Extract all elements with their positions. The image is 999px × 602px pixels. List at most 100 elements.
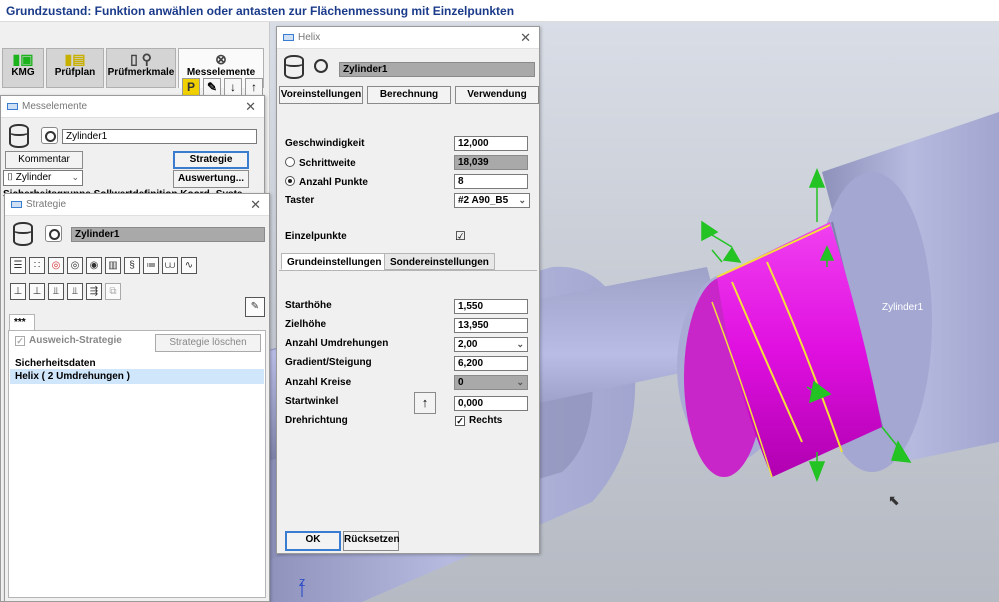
table-strategy-icon[interactable]: ☰ <box>10 257 26 274</box>
tab-voreinstellungen[interactable]: Voreinstellungen <box>279 86 363 104</box>
tab-grundeinstellungen[interactable]: Grundeinstellungen <box>281 253 388 270</box>
double-circle-icon[interactable]: ◎ <box>67 257 83 274</box>
close-icon[interactable]: ✕ <box>245 99 256 115</box>
helix-window: Helix ✕ Zylinder1 Voreinstellungen Berec… <box>276 26 540 554</box>
geschwindigkeit-label: Geschwindigkeit <box>285 138 365 149</box>
cube-icon: ⧉ <box>105 283 121 300</box>
arrow-down-icon[interactable]: ↓ <box>224 78 242 96</box>
list-icon[interactable]: ≔ <box>143 257 159 274</box>
cylinder-label: Zylinder1 <box>882 302 924 313</box>
close-icon[interactable]: ✕ <box>250 197 261 213</box>
rechts-checkbox[interactable]: ✓ Rechts <box>455 415 502 426</box>
drehrichtung-label: Drehrichtung <box>285 415 348 426</box>
window-title-bar: Helix ✕ <box>277 27 539 49</box>
strategie-button[interactable]: Strategie <box>173 151 249 169</box>
schrittweite-radio[interactable]: Schrittweite <box>285 157 356 169</box>
geschwindigkeit-field[interactable]: 12,000 <box>454 136 528 151</box>
umdrehungen-label: Anzahl Umdrehungen <box>285 338 389 349</box>
mouse-cursor-icon: ⬉ <box>888 492 900 508</box>
ruecksetzen-button[interactable]: Rücksetzen <box>343 531 400 551</box>
startwinkel-label: Startwinkel <box>285 396 339 407</box>
cmm-icon: ▮▣ <box>12 51 34 67</box>
ok-button[interactable]: OK <box>285 531 341 551</box>
radio-icon <box>285 157 295 167</box>
cylinder-icon <box>9 124 29 148</box>
chevron-down-icon: ⌄ <box>516 339 524 349</box>
element-type-select[interactable]: ⌷ Zylinder ⌄ <box>3 170 83 186</box>
p-icon[interactable]: P <box>182 78 200 96</box>
tab-divider <box>279 270 537 271</box>
cylinder-lines-icon[interactable]: ▥ <box>105 257 121 274</box>
taster-label: Taster <box>285 195 315 206</box>
cylinder-icon <box>13 222 33 246</box>
window-title-bar: Strategie ✕ <box>5 194 269 216</box>
chevron-down-icon: ⌄ <box>71 172 79 182</box>
radio-selected-icon <box>285 176 295 186</box>
strategy-tab-content: ✓ Ausweich-Strategie Strategie löschen Si… <box>8 330 266 598</box>
tab-pruefplan[interactable]: ▮▤ Prüfplan <box>46 48 104 88</box>
inspection-plan-icon: ▮▤ <box>64 51 86 67</box>
spiral-icon[interactable]: ◉ <box>86 257 102 274</box>
startwinkel-field[interactable]: 0,000 <box>454 396 528 411</box>
circle-type-icon[interactable] <box>41 127 58 144</box>
arrow-up-icon: ↑ <box>421 395 429 410</box>
starthoehe-field[interactable]: 1,550 <box>454 299 528 314</box>
umdrehungen-select[interactable]: 2,00 ⌄ <box>454 337 528 352</box>
window-icon <box>7 102 18 110</box>
cylinder-small-icon: ⌷ <box>7 172 16 183</box>
points-strategy-icon[interactable]: ∷ <box>29 257 45 274</box>
kommentar-button[interactable]: Kommentar <box>5 151 83 169</box>
window-icon <box>283 33 294 41</box>
pencil-icon[interactable]: ✎ <box>245 297 265 317</box>
circle-type-icon[interactable] <box>45 225 62 242</box>
list-item-selected[interactable]: Helix ( 2 Umdrehungen ) <box>10 369 264 384</box>
element-name-field[interactable]: Zylinder1 <box>62 129 257 144</box>
probe-triple-icon[interactable]: ⫫ <box>67 283 83 300</box>
tab-berechnung[interactable]: Berechnung <box>367 86 451 104</box>
zielhoehe-label: Zielhöhe <box>285 319 327 330</box>
wave-icon[interactable]: ∿ <box>181 257 197 274</box>
scan-icon[interactable]: ⩊ <box>162 257 178 274</box>
auswertung-button[interactable]: Auswertung... <box>173 170 249 188</box>
checkbox-icon: ✓ <box>455 416 465 426</box>
strategie-loeschen-button[interactable]: Strategie löschen <box>155 334 261 352</box>
schrittweite-field: 18,039 <box>454 155 528 170</box>
chevron-down-icon: ⌄ <box>518 195 526 205</box>
kreise-label: Anzahl Kreise <box>285 377 352 388</box>
probe-double-icon[interactable]: ⫫ <box>48 283 64 300</box>
probe-line-icon[interactable]: ⊥ <box>29 283 45 300</box>
probe-grid-icon[interactable]: ⇶ <box>86 283 102 300</box>
element-name-field: Zylinder1 <box>339 62 535 77</box>
starthoehe-label: Starthöhe <box>285 300 332 311</box>
taster-select[interactable]: #2 A90_B5 ⌄ <box>454 193 530 208</box>
gradient-label: Gradient/Steigung <box>285 357 372 368</box>
einzelpunkte-label: Einzelpunkte <box>285 231 347 242</box>
ausweich-checkbox[interactable]: ✓ Ausweich-Strategie <box>15 335 122 346</box>
pencil-icon[interactable]: ✎ <box>203 78 221 96</box>
probe-down-icon[interactable]: ⊥ <box>10 283 26 300</box>
measuring-elements-icon: ⊗ <box>215 51 227 67</box>
tab-kmg[interactable]: ▮▣ KMG <box>2 48 44 88</box>
tab-pruefmerkmale[interactable]: ▯ ⚲ Prüfmerkmale <box>106 48 176 88</box>
window-title-bar: Messelemente ✕ <box>1 96 264 118</box>
circle-strategy-icon[interactable]: ◎ <box>48 257 64 274</box>
characteristics-icon: ▯ ⚲ <box>130 51 152 67</box>
anzahl-punkte-radio[interactable]: Anzahl Punkte <box>285 176 368 188</box>
close-icon[interactable]: ✕ <box>520 30 531 46</box>
checkbox-icon: ✓ <box>15 336 25 346</box>
chevron-down-icon: ⌄ <box>516 377 524 387</box>
anzahl-punkte-field[interactable]: 8 <box>454 174 528 189</box>
arrow-up-icon[interactable]: ↑ <box>245 78 263 96</box>
kreise-select: 0 ⌄ <box>454 375 528 390</box>
helix-icon[interactable]: § <box>124 257 140 274</box>
status-title: Grundzustand: Funktion anwählen oder ant… <box>0 0 999 22</box>
tab-sondereinstellungen[interactable]: Sondereinstellungen <box>384 253 495 270</box>
zielhoehe-field[interactable]: 13,950 <box>454 318 528 333</box>
tab-strategy[interactable]: *** <box>9 314 35 331</box>
tab-verwendung[interactable]: Verwendung <box>455 86 539 104</box>
gradient-field[interactable]: 6,200 <box>454 356 528 371</box>
startwinkel-direction-button[interactable]: ↑ <box>414 392 436 414</box>
z-axis-label: Z <box>299 578 306 589</box>
einzelpunkte-checkbox[interactable]: ☑ <box>455 229 466 243</box>
circle-icon <box>314 59 328 73</box>
